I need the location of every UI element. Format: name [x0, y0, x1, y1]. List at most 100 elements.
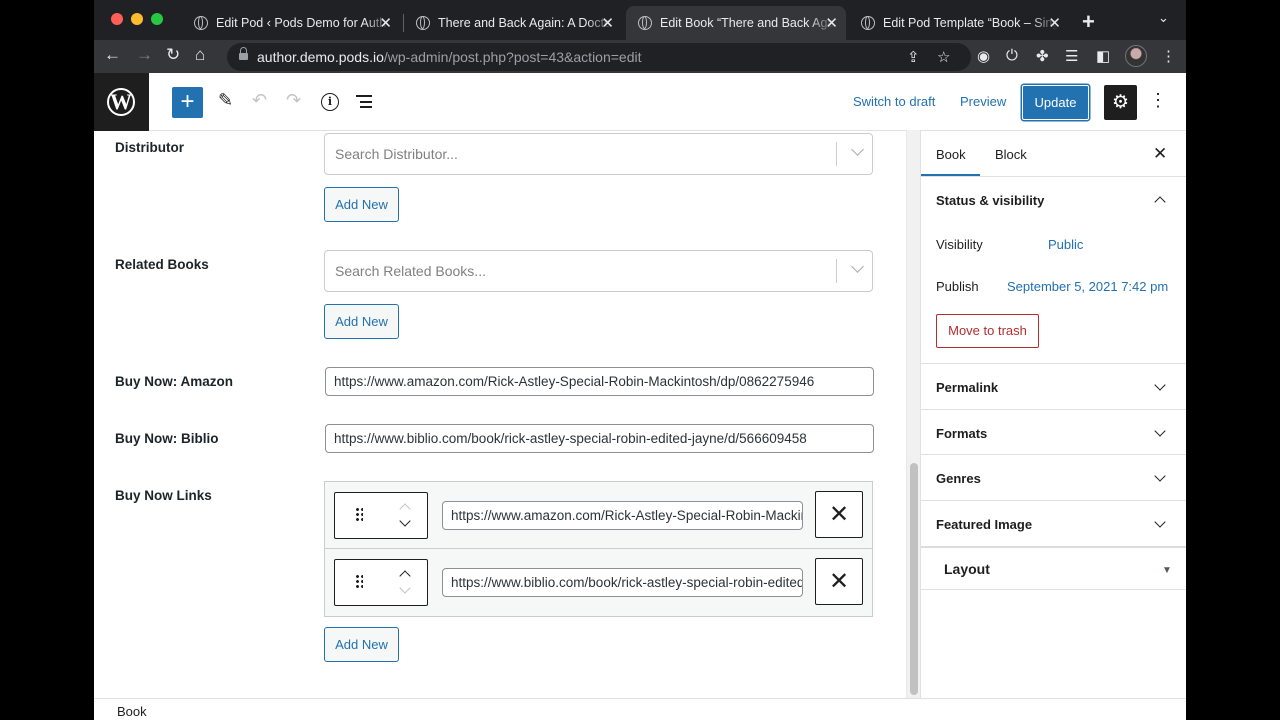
close-tab-icon[interactable]: ✕ [1048, 14, 1061, 32]
side-panel-icon[interactable]: ◧ [1096, 47, 1110, 65]
edit-pencil-icon[interactable]: ✎ [218, 90, 233, 111]
password-manager-icon[interactable]: ◉ [977, 47, 990, 65]
bookmark-star-icon[interactable]: ☆ [937, 48, 950, 66]
close-tab-icon[interactable]: ✕ [825, 14, 838, 32]
address-bar[interactable]: author.demo.pods.io/wp-admin/post.php?po… [227, 43, 971, 71]
chevron-down-icon[interactable] [1154, 516, 1166, 528]
chevron-up-icon[interactable] [1154, 196, 1166, 208]
remove-row-icon[interactable]: ✕ [815, 491, 863, 538]
publish-date-value[interactable]: September 5, 2021 7:42 pm [1007, 279, 1168, 294]
close-tab-icon[interactable]: ✕ [601, 14, 614, 32]
power-icon[interactable]: ⏻ [1006, 47, 1018, 64]
redo-icon[interactable]: ↷ [286, 90, 301, 111]
distributor-select[interactable]: Search Distributor... [324, 133, 873, 175]
related-books-select[interactable]: Search Related Books... [324, 250, 873, 292]
buy-now-links-label: Buy Now Links [115, 488, 212, 503]
link-url-input[interactable]: https://www.amazon.com/Rick-Astley-Speci… [442, 501, 803, 530]
back-icon[interactable]: ← [104, 45, 121, 65]
list-view-icon[interactable] [356, 95, 372, 108]
buy-now-links-add-new-button[interactable]: Add New [324, 627, 399, 662]
remove-row-icon[interactable]: ✕ [815, 558, 863, 605]
wordpress-icon: W [107, 88, 135, 116]
buy-now-links-repeater: https://www.amazon.com/Rick-Astley-Speci… [324, 481, 873, 617]
distributor-add-new-button[interactable]: Add New [324, 187, 399, 222]
related-books-add-new-button[interactable]: Add New [324, 304, 399, 339]
reorder-handle[interactable] [334, 559, 428, 606]
reorder-handle[interactable] [334, 492, 428, 539]
browser-menu-icon[interactable]: ⋮ [1161, 47, 1176, 65]
reload-icon[interactable]: ↻ [166, 45, 180, 65]
chevron-down-icon[interactable] [1154, 425, 1166, 437]
browser-toolbar: ← → ↻ ⌂ author.demo.pods.io/wp-admin/pos… [94, 40, 1186, 73]
wordpress-logo[interactable]: W [94, 73, 149, 131]
move-up-icon[interactable] [399, 503, 411, 515]
buy-now-biblio-label: Buy Now: Biblio [115, 431, 219, 446]
repeater-row: https://www.biblio.com/book/rick-astley-… [325, 549, 872, 616]
minimize-window-button[interactable] [131, 13, 143, 25]
globe-icon [194, 16, 208, 30]
profile-avatar[interactable] [1125, 45, 1147, 67]
chevron-down-icon[interactable] [1154, 470, 1166, 482]
triangle-down-icon[interactable]: ▼ [1162, 565, 1172, 576]
browser-tab[interactable]: Edit Pod ‹ Pods Demo for Authors ✕ [182, 6, 400, 40]
update-button[interactable]: Update [1022, 85, 1089, 120]
browser-window: Edit Pod ‹ Pods Demo for Authors ✕ There… [94, 0, 1186, 720]
editor-header: W + ✎ ↶ ↷ i Switch to draft Preview Upda… [94, 73, 1186, 131]
move-down-icon[interactable] [399, 515, 411, 527]
extensions-icon[interactable]: ✤ [1036, 47, 1049, 65]
buy-now-amazon-input[interactable]: https://www.amazon.com/Rick-Astley-Speci… [325, 367, 874, 396]
permalink-panel-title[interactable]: Permalink [936, 380, 998, 395]
buy-now-biblio-input[interactable]: https://www.biblio.com/book/rick-astley-… [325, 424, 874, 453]
preview-button[interactable]: Preview [960, 94, 1006, 109]
block-breadcrumb-bar: Book [94, 698, 1186, 720]
undo-icon[interactable]: ↶ [252, 90, 267, 111]
editor-content: Distributor Search Distributor... Add Ne… [94, 131, 920, 698]
drag-handle-icon[interactable] [355, 507, 363, 523]
url-text: author.demo.pods.io/wp-admin/post.php?po… [257, 49, 642, 65]
scroll-thumb[interactable] [910, 463, 918, 695]
visibility-value[interactable]: Public [1048, 237, 1083, 252]
tab-block[interactable]: Block [995, 147, 1027, 162]
options-menu-icon[interactable]: ⋮ [1149, 90, 1167, 111]
settings-sidebar: Book Block ✕ Status & visibility Visibil… [920, 131, 1186, 698]
chevron-down-icon[interactable] [1154, 379, 1166, 391]
browser-tab[interactable]: Edit Pod Template “Book – Single ✕ [849, 6, 1069, 40]
breadcrumb-item[interactable]: Book [117, 704, 147, 719]
chevron-down-icon[interactable] [851, 143, 864, 156]
tab-search-icon[interactable]: ⌄ [1158, 10, 1169, 26]
globe-icon [416, 16, 430, 30]
lock-icon[interactable] [239, 47, 248, 62]
buy-now-amazon-label: Buy Now: Amazon [115, 374, 233, 389]
drag-handle-icon[interactable] [355, 574, 363, 590]
new-tab-icon[interactable]: + [1082, 9, 1095, 35]
close-window-button[interactable] [111, 13, 123, 25]
browser-tab-active[interactable]: Edit Book “There and Back Again ✕ [626, 6, 846, 40]
featured-image-panel-title[interactable]: Featured Image [936, 517, 1032, 532]
content-scrollbar[interactable] [906, 130, 920, 698]
close-sidebar-icon[interactable]: ✕ [1153, 144, 1167, 164]
genres-panel-title[interactable]: Genres [936, 471, 981, 486]
tab-book[interactable]: Book [936, 147, 966, 162]
status-visibility-panel-title[interactable]: Status & visibility [936, 193, 1044, 208]
home-icon[interactable]: ⌂ [195, 45, 205, 65]
info-icon[interactable]: i [321, 93, 339, 111]
move-to-trash-button[interactable]: Move to trash [936, 314, 1039, 348]
link-url-input[interactable]: https://www.biblio.com/book/rick-astley-… [442, 568, 803, 597]
block-inserter-button[interactable]: + [172, 87, 203, 118]
globe-icon [861, 16, 875, 30]
move-up-icon[interactable] [399, 570, 411, 582]
chevron-down-icon[interactable] [851, 260, 864, 273]
media-queue-icon[interactable]: ☰ [1065, 47, 1078, 65]
close-tab-icon[interactable]: ✕ [379, 14, 392, 32]
switch-to-draft-button[interactable]: Switch to draft [853, 94, 935, 109]
publish-label: Publish [936, 279, 979, 294]
maximize-window-button[interactable] [151, 13, 163, 25]
distributor-label: Distributor [115, 140, 184, 155]
formats-panel-title[interactable]: Formats [936, 426, 987, 441]
move-down-icon[interactable] [399, 582, 411, 594]
browser-tab[interactable]: There and Back Again: A Doctor's ✕ [404, 6, 622, 40]
layout-panel-title[interactable]: Layout [944, 561, 990, 577]
share-icon[interactable]: ⇪ [907, 48, 920, 66]
settings-gear-icon[interactable]: ⚙ [1104, 85, 1137, 120]
forward-icon[interactable]: → [136, 45, 153, 65]
